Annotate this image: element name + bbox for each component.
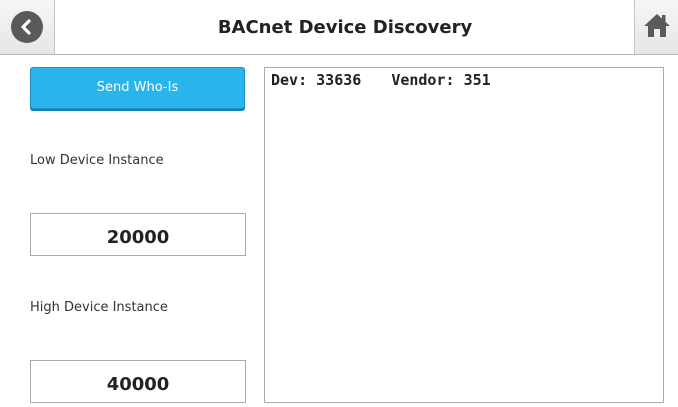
back-arrow-icon (11, 11, 43, 43)
high-device-instance-label: High Device Instance (30, 300, 168, 315)
send-who-is-button[interactable]: Send Who-Is (30, 67, 245, 109)
back-button[interactable] (0, 0, 55, 54)
device-discovery-screen: BACnet Device Discovery Send Who-Is Low … (0, 0, 678, 407)
page-title: BACnet Device Discovery (217, 17, 473, 38)
device-results-list[interactable]: Dev: 33636 Vendor: 351 (264, 67, 664, 403)
home-button[interactable] (634, 0, 678, 54)
dev-value: 33636 (316, 71, 362, 89)
list-item[interactable]: Dev: 33636 Vendor: 351 (265, 68, 663, 89)
vendor-value: 351 (463, 71, 491, 89)
home-icon (643, 12, 671, 42)
dev-label: Dev: (271, 71, 308, 89)
low-device-instance-label: Low Device Instance (30, 153, 164, 168)
header-bar: BACnet Device Discovery (0, 0, 678, 55)
low-device-instance-input[interactable]: 20000 (30, 213, 246, 256)
high-device-instance-input[interactable]: 40000 (30, 360, 246, 403)
vendor-label: Vendor: (391, 71, 455, 89)
